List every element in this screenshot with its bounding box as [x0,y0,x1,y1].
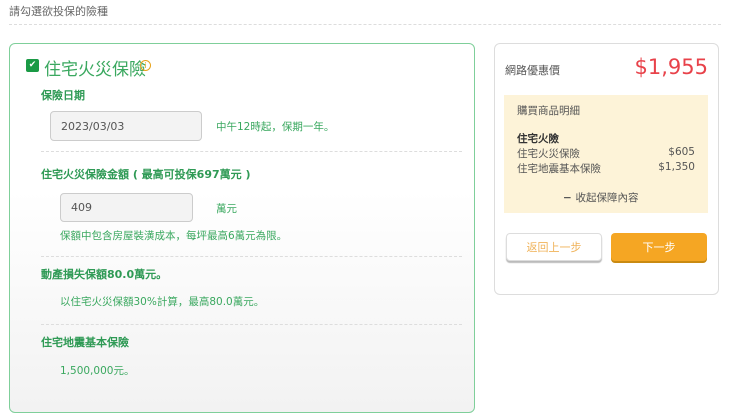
info-icon[interactable]: i [140,60,151,71]
instruction-text: 請勾選欲投保的險種 [9,5,108,18]
price-value: $1,955 [634,55,708,79]
item-price: $1,350 [658,161,695,173]
amount-unit: 萬元 [216,203,237,215]
divider [41,256,462,257]
movable-note: 以住宅火災保額30%計算，最高80.0萬元。 [60,296,265,308]
amount-input[interactable] [60,193,193,222]
divider [41,324,462,325]
item-name: 住宅火災保險 [517,148,580,160]
back-button[interactable]: 返回上一步 [506,233,602,261]
date-label: 保險日期 [41,89,85,102]
quake-value: 1,500,000元。 [60,365,135,377]
item-name: 住宅地震基本保險 [517,163,601,175]
next-button[interactable]: 下一步 [611,233,707,261]
date-input[interactable] [50,111,202,141]
amount-note: 保額中包含房屋裝潢成本，每坪最高6萬元為限。 [60,230,288,242]
amount-label: 住宅火災保險金額 ( 最高可投保697萬元 ) [41,168,251,181]
minus-icon: − [563,192,576,204]
detail-group: 住宅火險 [517,133,559,145]
collapse-toggle[interactable]: − 收起保障內容 [563,190,638,205]
product-title: 住宅火災保險 [44,60,146,80]
product-checkbox[interactable]: ✔ [26,59,39,72]
divider [9,24,721,25]
price-label: 網路優惠價 [505,64,560,77]
quake-label: 住宅地震基本保險 [41,336,129,349]
collapse-label: 收起保障內容 [575,192,639,204]
divider [41,151,462,152]
item-price: $605 [668,146,695,158]
movable-label: 動產損失保額80.0萬元。 [41,268,168,281]
detail-title: 購買商品明細 [517,105,580,117]
date-note: 中午12時起，保期一年。 [216,121,335,133]
